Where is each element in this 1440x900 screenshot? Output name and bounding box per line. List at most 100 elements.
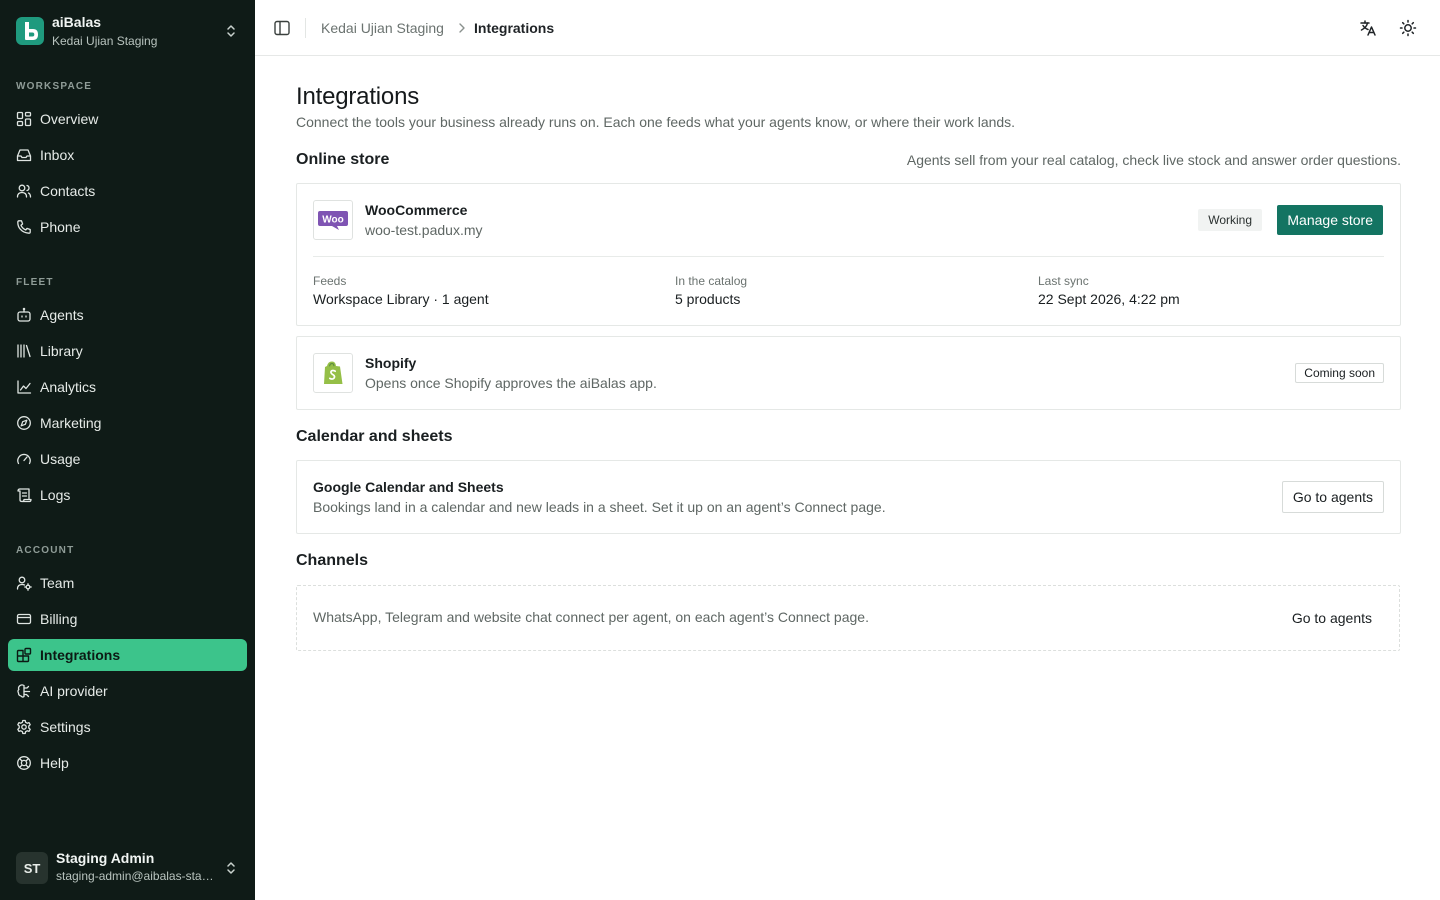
phone-icon (17, 220, 31, 234)
sidebar-item-label: Overview (40, 111, 99, 127)
divider (313, 256, 1384, 257)
brain-circuit-icon (17, 684, 31, 698)
stat-label: Last sync (1038, 274, 1089, 288)
languages-icon[interactable] (1358, 18, 1378, 38)
stat-label: In the catalog (675, 274, 748, 288)
nav-section-account: ACCOUNT (16, 545, 75, 556)
sidebar-item-analytics[interactable]: Analytics (8, 371, 247, 403)
sidebar-item-label: Billing (40, 611, 78, 627)
google-calendar-card: Google Calendar and Sheets Bookings land… (296, 460, 1401, 534)
bot-icon (17, 307, 31, 322)
sidebar-item-library[interactable]: Library (8, 335, 247, 367)
sidebar-item-label: Phone (40, 219, 81, 235)
user-cog-icon (16, 576, 32, 591)
users-icon (16, 184, 32, 198)
stat-value: 22 Sept 2026, 4:22 pm (1038, 291, 1180, 307)
workspace-subtitle: Kedai Ujian Staging (52, 34, 158, 48)
shopify-logo-icon (313, 353, 353, 393)
woocommerce-card: Woo WooCommerce woo-test.padux.my Workin… (296, 183, 1401, 326)
page-subtitle: Connect the tools your business already … (296, 114, 1016, 130)
sidebar-item-label: Agents (40, 307, 84, 323)
section-title-channels: Channels (296, 552, 369, 569)
channels-description: WhatsApp, Telegram and website chat conn… (313, 609, 869, 625)
section-title-calendar: Calendar and sheets (296, 428, 453, 445)
sidebar-item-label: Team (40, 575, 75, 591)
sidebar-item-label: Library (40, 343, 83, 359)
integration-name: WooCommerce (365, 202, 468, 218)
stat-value: 5 products (675, 291, 741, 307)
user-email: staging-admin@aibalas-staging.com (56, 869, 216, 883)
sidebar-item-label: Integrations (40, 647, 121, 663)
sidebar-item-label: Inbox (40, 147, 75, 163)
sidebar-item-label: Marketing (40, 415, 102, 431)
sun-icon[interactable] (1398, 18, 1418, 38)
chevron-right-icon (459, 23, 465, 33)
chevrons-up-down-icon (227, 862, 235, 874)
breadcrumb-current: Integrations (474, 20, 555, 36)
sidebar-item-settings[interactable]: Settings (8, 711, 247, 743)
breadcrumb-separator (305, 18, 306, 38)
avatar: ST (16, 852, 48, 884)
page-title: Integrations (296, 83, 420, 110)
sidebar-item-label: Settings (40, 719, 91, 735)
nav-section-workspace: WORKSPACE (16, 81, 93, 92)
sidebar-item-billing[interactable]: Billing (8, 603, 247, 635)
topbar: Kedai Ujian Staging Integrations (255, 0, 1440, 56)
sidebar-item-phone[interactable]: Phone (8, 211, 247, 243)
woocommerce-logo-text: Woo (322, 215, 343, 226)
sidebar-item-ai-provider[interactable]: AI provider (8, 675, 247, 707)
integration-description: Bookings land in a calendar and new lead… (313, 499, 886, 515)
sidebar-toggle-icon[interactable] (272, 18, 292, 38)
sidebar-item-label: AI provider (40, 683, 108, 699)
gauge-icon (17, 453, 31, 465)
status-badge: Working (1198, 209, 1262, 231)
chart-line-icon (17, 380, 32, 394)
sidebar-item-label: Help (40, 755, 69, 771)
sidebar-item-marketing[interactable]: Marketing (8, 407, 247, 439)
layout-dashboard-icon (16, 111, 32, 127)
go-to-agents-button[interactable]: Go to agents (1281, 481, 1384, 513)
sidebar-item-contacts[interactable]: Contacts (8, 175, 247, 207)
workspace-name: aiBalas (52, 14, 102, 30)
nav-section-fleet: FLEET (16, 277, 54, 288)
sidebar-item-team[interactable]: Team (8, 567, 247, 599)
chevrons-up-down-icon (227, 25, 235, 37)
library-icon (17, 344, 31, 358)
blocks-icon (16, 647, 32, 663)
scroll-text-icon (17, 488, 32, 503)
workspace-switcher[interactable]: aiBalas Kedai Ujian Staging (8, 6, 247, 56)
sidebar-item-logs[interactable]: Logs (8, 479, 247, 511)
sidebar: aiBalas Kedai Ujian Staging WORKSPACE Ov… (0, 0, 255, 900)
go-to-agents-button[interactable]: Go to agents (1276, 602, 1388, 634)
credit-card-icon (16, 613, 32, 625)
integration-name: Google Calendar and Sheets (313, 479, 504, 495)
shopify-card: Shopify Opens once Shopify approves the … (296, 336, 1401, 410)
compass-icon (17, 416, 31, 430)
sidebar-item-integrations[interactable]: Integrations (8, 639, 247, 671)
sidebar-item-label: Logs (40, 487, 71, 503)
sidebar-item-usage[interactable]: Usage (8, 443, 247, 475)
sidebar-item-inbox[interactable]: Inbox (8, 139, 247, 171)
integration-domain: woo-test.padux.my (365, 222, 483, 238)
workspace-logo-icon (16, 17, 44, 45)
breadcrumb-parent[interactable]: Kedai Ujian Staging (321, 20, 444, 36)
section-title-online-store: Online store (296, 151, 390, 168)
sidebar-item-help[interactable]: Help (8, 747, 247, 779)
sidebar-item-overview[interactable]: Overview (8, 103, 247, 135)
user-menu[interactable]: ST Staging Admin staging-admin@aibalas-s… (8, 842, 247, 894)
sidebar-item-label: Analytics (40, 379, 97, 395)
coming-soon-badge: Coming soon (1295, 363, 1384, 383)
section-note-online-store: Agents sell from your real catalog, chec… (906, 152, 1401, 168)
integration-description: Opens once Shopify approves the aiBalas … (365, 375, 657, 391)
integration-name: Shopify (365, 355, 417, 371)
sidebar-item-label: Contacts (40, 183, 96, 199)
manage-store-button[interactable]: Manage store (1277, 205, 1383, 235)
stat-value: Workspace Library · 1 agent (313, 291, 489, 307)
stat-label: Feeds (313, 274, 347, 288)
woocommerce-logo-icon: Woo (313, 200, 353, 240)
sidebar-item-agents[interactable]: Agents (8, 299, 247, 331)
user-name: Staging Admin (56, 850, 155, 866)
life-buoy-icon (17, 756, 31, 770)
sidebar-item-label: Usage (40, 451, 81, 467)
inbox-icon (16, 149, 32, 162)
